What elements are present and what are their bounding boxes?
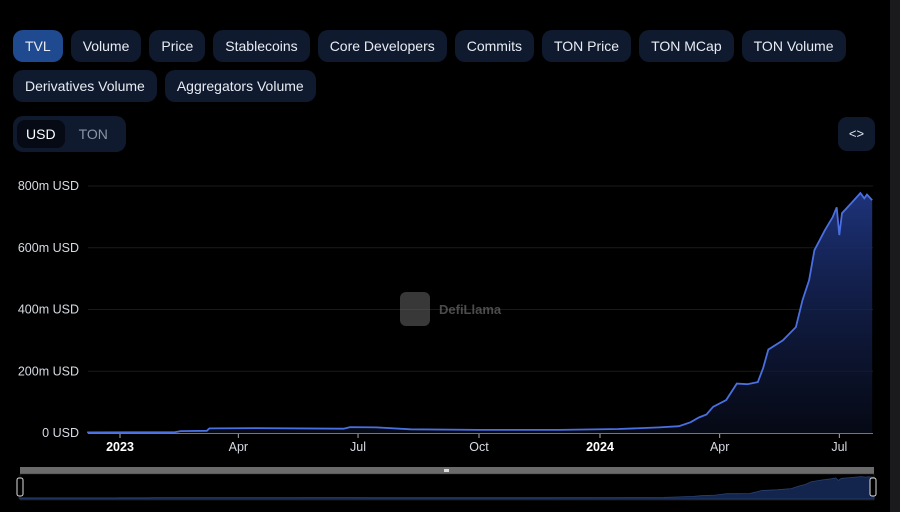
x-tick-label: 2023 [106, 440, 134, 454]
y-tick-label: 600m USD [18, 241, 79, 255]
x-tick-label: Apr [229, 440, 248, 454]
range-brush[interactable] [16, 467, 877, 501]
y-tick-label: 400m USD [18, 303, 79, 317]
watermark: DefiLlama [400, 292, 502, 326]
x-tick-label: Oct [469, 440, 489, 454]
watermark-text: DefiLlama [439, 302, 502, 317]
y-tick-label: 0 USD [42, 426, 79, 440]
brush-left-handle[interactable] [16, 477, 24, 497]
x-tick-label: Jul [350, 440, 366, 454]
y-tick-label: 800m USD [18, 179, 79, 193]
x-tick-label: 2024 [586, 440, 614, 454]
y-tick-label: 200m USD [18, 364, 79, 378]
tvl-chart: 0 USD 200m USD 400m USD 600m USD 800m USD De… [16, 179, 877, 501]
x-tick-label: Jul [831, 440, 847, 454]
llama-logo-icon [400, 292, 430, 326]
brush-right-handle[interactable] [869, 477, 877, 497]
x-tick-label: Apr [710, 440, 729, 454]
brush-grip-icon[interactable] [444, 469, 449, 472]
